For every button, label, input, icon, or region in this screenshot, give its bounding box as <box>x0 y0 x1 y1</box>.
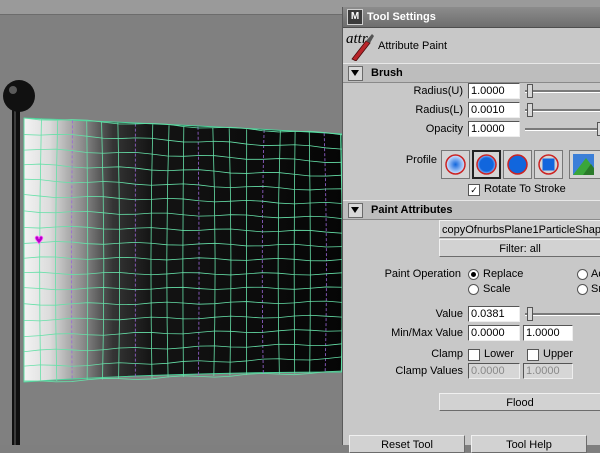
image-brush-icon <box>573 154 594 175</box>
smooth-radio[interactable] <box>577 284 588 295</box>
clamp-upper-checkbox[interactable] <box>527 349 539 361</box>
clamp-label: Clamp <box>373 348 463 360</box>
tool-settings-titlebar[interactable]: M Tool Settings <box>343 7 600 28</box>
value-field[interactable] <box>468 306 520 322</box>
max-value-field[interactable] <box>523 325 573 341</box>
clamp-max-field <box>523 363 573 379</box>
tool-name: Attribute Paint <box>378 40 447 52</box>
profile-square-button[interactable] <box>534 150 563 179</box>
soft-brush-icon <box>476 154 497 175</box>
filter-button[interactable]: Filter: all <box>439 239 600 257</box>
square-brush-icon <box>538 154 559 175</box>
gaussian-brush-icon <box>445 154 466 175</box>
clamp-values-label: Clamp Values <box>363 365 463 377</box>
window-title: Tool Settings <box>367 11 436 23</box>
profile-label: Profile <box>383 154 437 166</box>
reset-tool-button[interactable]: Reset Tool <box>349 435 465 453</box>
rotate-to-stroke-checkbox[interactable]: ✓ <box>468 184 480 196</box>
smooth-label: Sm <box>591 283 600 295</box>
attribute-paint-icon: attr <box>346 31 374 61</box>
attribute-menu-button[interactable]: copyOfnurbsPlane1ParticleShape.goal <box>439 220 600 238</box>
profile-file-button[interactable] <box>569 150 600 179</box>
pole-knob-highlight <box>9 86 17 94</box>
brush-frame-title: Brush <box>371 67 403 79</box>
collapse-triangle-icon[interactable] <box>348 66 363 81</box>
slider-thumb[interactable] <box>527 84 533 98</box>
value-label: Value <box>373 308 463 320</box>
clamp-lower-checkbox[interactable] <box>468 349 480 361</box>
clamp-min-field <box>468 363 520 379</box>
paint-operation-label: Paint Operation <box>373 268 461 280</box>
min-value-field[interactable] <box>468 325 520 341</box>
profile-solid-button[interactable] <box>503 150 532 179</box>
brush-frame-header[interactable]: Brush <box>343 63 600 83</box>
radius-l-field[interactable] <box>468 102 520 118</box>
profile-gaussian-button[interactable] <box>441 150 470 179</box>
paint-attributes-frame-title: Paint Attributes <box>371 204 453 216</box>
replace-label: Replace <box>483 268 523 280</box>
radius-l-slider[interactable] <box>525 102 600 118</box>
scale-radio[interactable] <box>468 284 479 295</box>
pole-knob <box>3 80 35 112</box>
collapse-triangle-icon[interactable] <box>348 203 363 218</box>
replace-radio[interactable] <box>468 269 479 280</box>
flood-button[interactable]: Flood <box>439 393 600 411</box>
flag-pole-highlight <box>14 108 16 445</box>
radius-u-field[interactable] <box>468 83 520 99</box>
add-radio[interactable] <box>577 269 588 280</box>
rotate-to-stroke-label: Rotate To Stroke <box>484 183 566 195</box>
profile-soft-button[interactable] <box>472 150 501 179</box>
paint-attributes-frame-header[interactable]: Paint Attributes <box>343 200 600 220</box>
value-slider[interactable] <box>525 306 600 322</box>
solid-brush-icon <box>507 154 528 175</box>
scale-label: Scale <box>483 283 511 295</box>
clamp-upper-label: Upper <box>543 348 573 360</box>
radius-u-slider[interactable] <box>525 83 600 99</box>
slider-thumb[interactable] <box>527 103 533 117</box>
add-label: Ad <box>591 268 600 280</box>
maya-icon: M <box>347 9 363 25</box>
radius-l-label: Radius(L) <box>373 104 463 116</box>
clamp-lower-label: Lower <box>484 348 514 360</box>
opacity-field[interactable] <box>468 121 520 137</box>
radius-u-label: Radius(U) <box>373 85 463 97</box>
minmax-label: Min/Max Value <box>363 327 463 339</box>
opacity-slider[interactable] <box>525 121 600 137</box>
tool-settings-panel: M Tool Settings attr Attribute Paint Bru… <box>342 7 600 445</box>
slider-thumb[interactable] <box>527 307 533 321</box>
opacity-label: Opacity <box>373 123 463 135</box>
tool-help-button[interactable]: Tool Help <box>471 435 587 453</box>
tool-header: attr Attribute Paint <box>343 28 600 64</box>
